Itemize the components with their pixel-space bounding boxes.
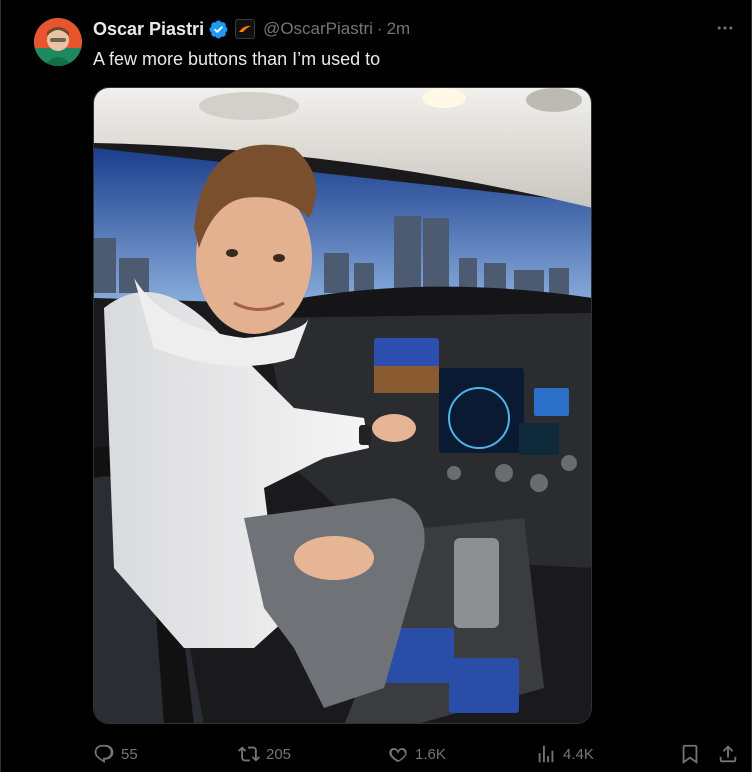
repost-button[interactable]: 205 (238, 740, 291, 768)
avatar[interactable] (34, 18, 82, 66)
bookmark-button[interactable] (679, 740, 701, 768)
like-button[interactable]: 1.6K (387, 740, 446, 768)
heart-icon (389, 748, 407, 763)
share-button[interactable] (717, 740, 739, 768)
share-icon (719, 745, 737, 763)
more-options-button[interactable] (709, 16, 741, 40)
post-card: Oscar Piastri @OscarPiastri · 2m A few m… (0, 0, 752, 772)
more-icon (717, 26, 733, 30)
author-handle[interactable]: @OscarPiastri (263, 19, 373, 39)
like-count: 1.6K (415, 745, 446, 763)
mclaren-affiliate-icon[interactable] (235, 19, 256, 39)
author-display-name[interactable]: Oscar Piastri (93, 19, 204, 40)
post-actions: 55 205 1.6K 4.4K (93, 740, 741, 768)
post-text: A few more buttons than I’m used to (93, 49, 381, 69)
bookmark-icon (682, 744, 698, 765)
post-header: Oscar Piastri @OscarPiastri · 2m (93, 18, 410, 40)
post-timestamp[interactable]: 2m (387, 19, 411, 39)
repost-count: 205 (266, 745, 292, 763)
repost-icon (238, 746, 260, 762)
reply-count: 55 (121, 745, 138, 763)
reply-button[interactable]: 55 (93, 740, 138, 768)
reply-icon (94, 744, 114, 764)
separator-dot: · (376, 19, 383, 38)
views-icon (538, 745, 554, 763)
views-button[interactable]: 4.4K (535, 740, 594, 768)
verified-badge-icon[interactable] (208, 19, 229, 40)
post-media-image[interactable] (93, 87, 592, 724)
views-count: 4.4K (563, 745, 594, 763)
